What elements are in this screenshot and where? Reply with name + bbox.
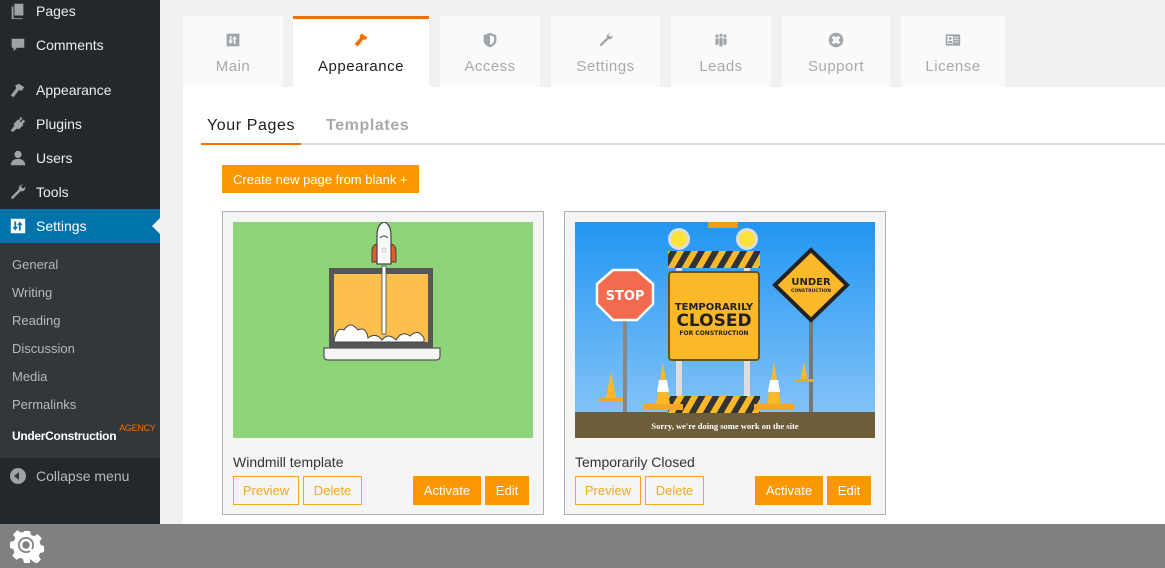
collapse-menu-label: Collapse menu (36, 468, 130, 484)
submenu-reading[interactable]: Reading (12, 313, 60, 328)
subtab-your-pages[interactable]: Your Pages (201, 117, 302, 145)
tab-access[interactable]: Access (440, 16, 540, 87)
wrench-icon (0, 183, 36, 201)
thumb-footer-text: Sorry, we're doing some work on the site (651, 421, 798, 431)
sidebar-item-tools[interactable]: Tools (0, 175, 160, 209)
subtab-templates[interactable]: Templates (326, 117, 409, 145)
people-icon (712, 31, 730, 49)
create-new-page-button[interactable]: Create new page from blank + (222, 165, 419, 193)
pages-icon (0, 2, 36, 20)
activate-button[interactable]: Activate (413, 476, 481, 505)
shield-icon (481, 31, 499, 49)
sliders-icon (224, 31, 242, 49)
rocket-laptop-illustration (323, 222, 441, 361)
id-card-icon (944, 31, 962, 49)
thumb-closed-text: CLOSED (676, 311, 751, 331)
delete-button[interactable]: Delete (645, 476, 704, 505)
submenu-general[interactable]: General (12, 257, 58, 272)
page-card: Windmill template Preview Delete Activat… (222, 211, 544, 515)
sidebar-item-settings[interactable]: Settings (0, 209, 160, 243)
sidebar-item-users[interactable]: Users (0, 141, 160, 175)
preview-button[interactable]: Preview (233, 476, 299, 505)
card-title: Temporarily Closed (575, 454, 695, 470)
temporarily-closed-thumbnail[interactable]: Sorry, we're doing some work on the site… (575, 222, 875, 438)
sidebar-item-plugins[interactable]: Plugins (0, 107, 160, 141)
settings-submenu: General Writing Reading Discussion Media… (0, 243, 160, 458)
thumb-for-construction-text: FOR CONSTRUCTION (679, 330, 748, 337)
bottom-bar (0, 524, 1165, 568)
tab-leads[interactable]: Leads (671, 16, 771, 87)
paintbrush-icon (0, 81, 36, 99)
admin-sidebar: Pages Comments Appearance Plugins Users … (0, 0, 160, 524)
thumb-construction-text: CONSTRUCTION (791, 288, 831, 294)
edit-button[interactable]: Edit (485, 476, 529, 505)
sidebar-item-comments[interactable]: Comments (0, 28, 160, 62)
paintbrush-icon (352, 31, 370, 49)
submenu-permalinks[interactable]: Permalinks (12, 397, 76, 412)
delete-button[interactable]: Delete (303, 476, 362, 505)
lifebuoy-icon (827, 31, 845, 49)
preview-button[interactable]: Preview (575, 476, 641, 505)
agency-badge: AGENCY (119, 423, 156, 433)
tab-license[interactable]: License (901, 16, 1005, 87)
collapse-arrow-icon (10, 468, 26, 484)
sidebar-item-pages[interactable]: Pages (0, 0, 160, 28)
submenu-writing[interactable]: Writing (12, 285, 52, 300)
submenu-underconstruction[interactable]: UnderConstructionAGENCY (12, 423, 156, 443)
plugin-icon (0, 115, 36, 133)
brand-label: UnderConstruction (12, 429, 117, 443)
users-icon (0, 149, 36, 167)
tab-main[interactable]: Main (183, 16, 283, 87)
construction-illustration: Sorry, we're doing some work on the site… (575, 222, 875, 438)
windmill-thumbnail[interactable] (233, 222, 533, 438)
submenu-discussion[interactable]: Discussion (12, 341, 75, 356)
appearance-panel: Your Pages Templates Create new page fro… (183, 87, 1165, 524)
collapse-menu-button[interactable]: Collapse menu (0, 458, 160, 494)
wrench-icon (597, 31, 615, 49)
gear-search-icon[interactable] (10, 529, 44, 563)
card-title: Windmill template (233, 454, 344, 470)
thumb-stop-text: STOP (606, 289, 645, 304)
tab-settings[interactable]: Settings (551, 16, 660, 87)
page-card: Sorry, we're doing some work on the site… (564, 211, 886, 515)
tab-support[interactable]: Support (782, 16, 890, 87)
thumb-under-text: UNDER (791, 277, 831, 288)
submenu-media[interactable]: Media (12, 369, 47, 384)
edit-button[interactable]: Edit (827, 476, 871, 505)
comments-icon (0, 36, 36, 54)
page-subtabs: Your Pages Templates (201, 117, 1165, 145)
sidebar-item-appearance[interactable]: Appearance (0, 73, 160, 107)
settings-sliders-icon (0, 217, 36, 235)
activate-button[interactable]: Activate (755, 476, 823, 505)
tab-appearance[interactable]: Appearance (293, 16, 429, 87)
